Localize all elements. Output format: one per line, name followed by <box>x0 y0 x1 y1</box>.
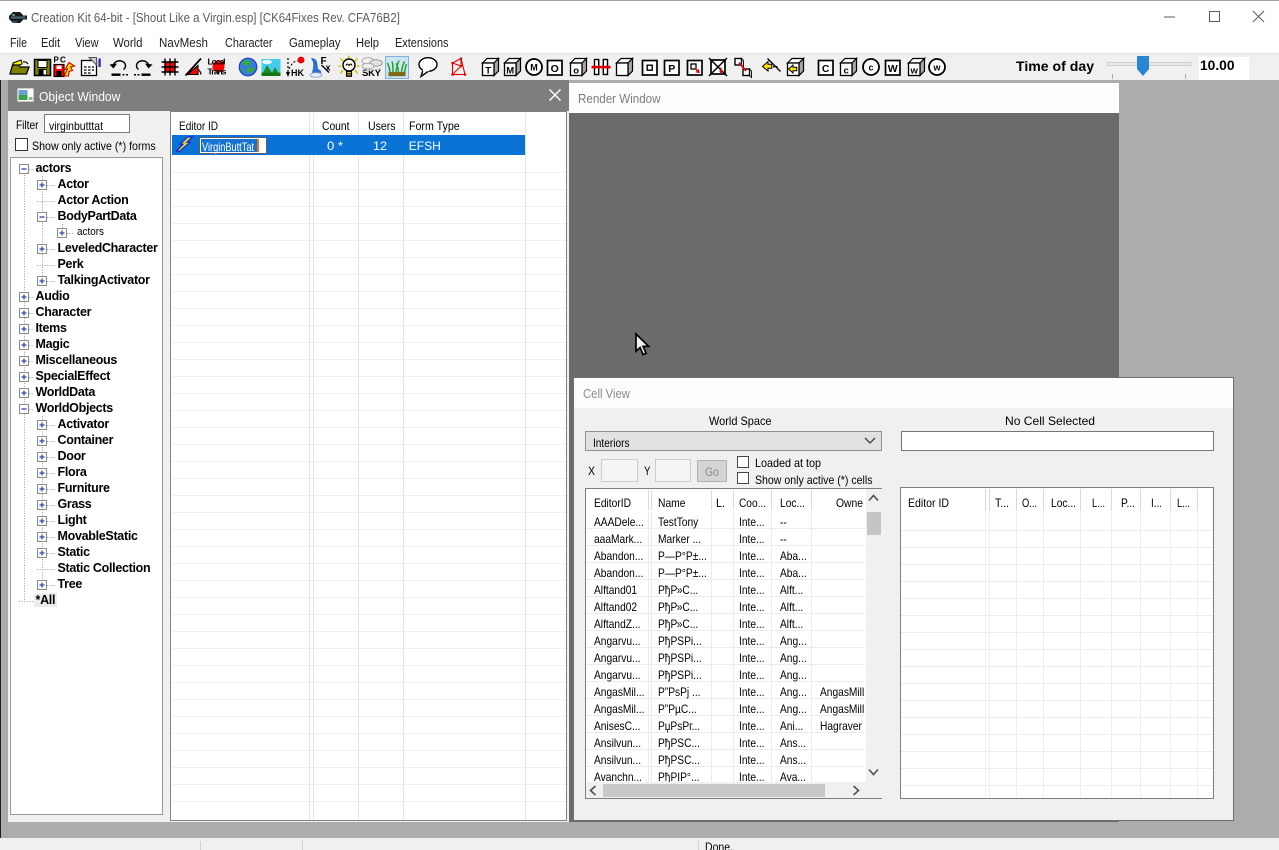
svg-text:o: o <box>573 65 579 76</box>
svg-text:c: c <box>844 65 849 76</box>
svg-text:c: c <box>868 63 873 73</box>
svg-text:O: O <box>551 63 559 75</box>
svg-text:Trans: Trans <box>208 67 227 77</box>
svg-text:M: M <box>530 63 538 73</box>
svg-text:HK: HK <box>291 68 304 78</box>
svg-text:M: M <box>506 65 514 76</box>
svg-text:C: C <box>822 63 830 75</box>
svg-text:T: T <box>485 65 491 76</box>
svg-text:Local: Local <box>208 57 226 67</box>
svg-text:w: w <box>932 63 941 73</box>
svg-text:P: P <box>668 63 675 75</box>
svg-text:w: w <box>910 65 919 76</box>
svg-text:W: W <box>888 63 898 75</box>
